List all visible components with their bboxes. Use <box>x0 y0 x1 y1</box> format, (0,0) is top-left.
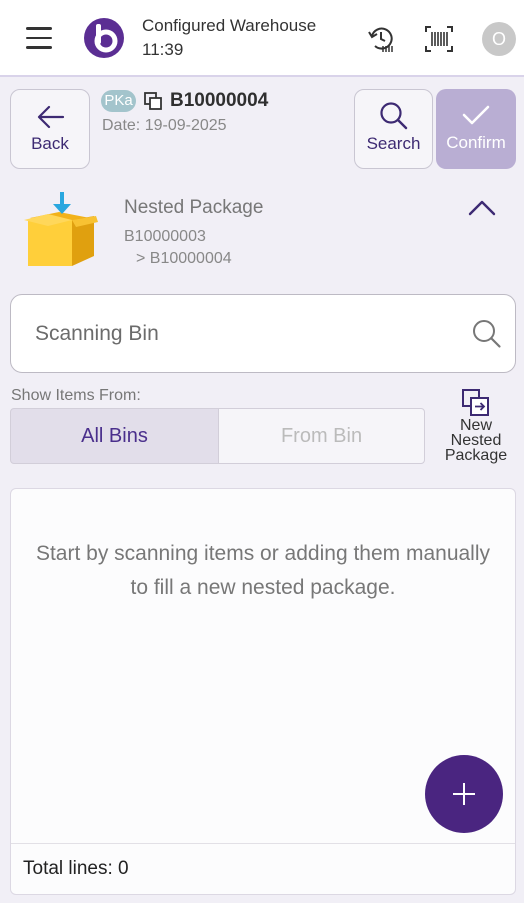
new-nested-package-button[interactable]: New Nested Package <box>432 386 520 466</box>
empty-state-message: Start by scanning items or adding them m… <box>35 542 491 599</box>
top-bar: Configured Warehouse 11:39 O <box>0 0 524 77</box>
confirm-button-label: Confirm <box>446 133 506 152</box>
confirm-button[interactable]: Confirm <box>436 89 516 169</box>
nested-package-title: Nested Package <box>124 197 264 218</box>
document-type-badge: PKa <box>101 90 136 112</box>
history-icon[interactable] <box>366 24 396 54</box>
total-lines: Total lines: 0 <box>23 858 129 879</box>
list-footer: Total lines: 0 <box>11 843 515 894</box>
document-number: B10000004 <box>170 90 269 111</box>
filter-from-bin[interactable]: From Bin <box>218 408 425 464</box>
nested-package-icon <box>462 389 489 416</box>
clock-time: 11:39 <box>142 40 184 59</box>
scan-bin-input[interactable] <box>33 313 457 355</box>
back-button-label: Back <box>31 134 69 153</box>
show-items-label: Show Items From: <box>11 387 141 404</box>
scan-bin-field <box>10 294 516 373</box>
search-icon <box>380 102 408 130</box>
nested-package-parent: B10000003 <box>124 228 206 245</box>
filter-all-bins[interactable]: All Bins <box>10 408 219 464</box>
nested-package-child: > B10000004 <box>136 250 232 267</box>
app-logo-icon <box>84 18 124 58</box>
back-arrow-icon <box>37 105 65 129</box>
search-icon[interactable] <box>472 319 502 349</box>
add-item-button[interactable] <box>425 755 503 833</box>
package-box-icon <box>24 192 98 266</box>
search-button-label: Search <box>366 134 421 153</box>
warehouse-name: Configured Warehouse <box>142 16 317 35</box>
new-nested-package-label: New Nested Package <box>444 417 508 464</box>
back-button[interactable]: Back <box>10 89 90 169</box>
search-button[interactable]: Search <box>354 89 433 169</box>
avatar[interactable]: O <box>482 22 516 56</box>
document-date: Date: 19-09-2025 <box>102 117 227 134</box>
check-icon <box>462 105 490 125</box>
menu-icon[interactable] <box>26 27 52 49</box>
copy-icon <box>144 92 162 110</box>
chevron-up-icon[interactable] <box>466 196 498 220</box>
barcode-icon[interactable] <box>424 24 454 54</box>
items-list: Start by scanning items or adding them m… <box>10 488 516 895</box>
